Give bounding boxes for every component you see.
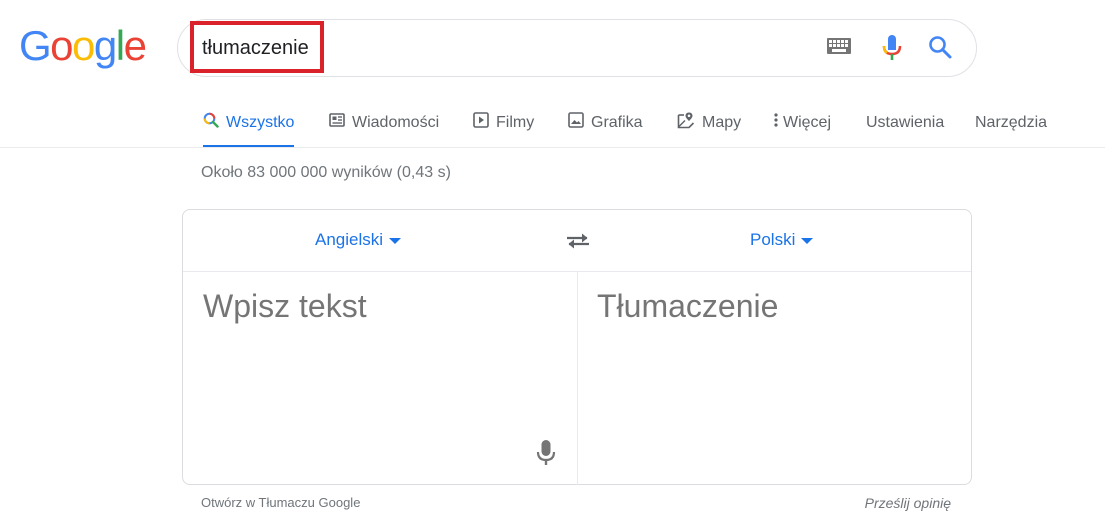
image-icon [568, 112, 584, 133]
tab-ustawienia[interactable]: Ustawienia [866, 98, 944, 147]
play-icon [473, 112, 489, 133]
swap-languages-icon[interactable] [565, 232, 591, 255]
translation-output: Tłumaczenie [597, 288, 779, 324]
source-language-select[interactable]: Angielski [315, 230, 402, 250]
more-vert-icon [773, 112, 779, 133]
logo-letter: o [50, 22, 73, 69]
search-icon[interactable] [928, 35, 952, 64]
search-tabs: Wszystko Wiadomości Filmy Grafika Mapy W… [189, 98, 1069, 148]
tab-label: Wiadomości [352, 113, 440, 131]
dropdown-arrow-icon [389, 238, 402, 244]
tab-label: Filmy [496, 113, 535, 131]
news-icon [329, 113, 345, 132]
tab-label: Ustawienia [866, 113, 945, 131]
send-feedback-link[interactable]: Prześlij opinię [865, 495, 951, 511]
search-box[interactable]: tłumaczenie [177, 19, 977, 77]
voice-input-mic-icon[interactable] [536, 439, 556, 472]
source-language-label: Angielski [315, 230, 384, 249]
logo-letter: g [93, 22, 117, 69]
tab-wszystko[interactable]: Wszystko [203, 98, 295, 148]
dropdown-arrow-icon [801, 238, 814, 244]
tab-label: Mapy [702, 113, 742, 131]
tab-filmy[interactable]: Filmy [473, 98, 534, 147]
tab-wiadomosci[interactable]: Wiadomości [329, 98, 439, 147]
tab-label: Narzędzia [975, 113, 1048, 131]
target-language-label: Polski [750, 230, 796, 249]
map-icon [677, 111, 695, 134]
google-logo[interactable]: Google [19, 22, 147, 69]
tab-grafika[interactable]: Grafika [568, 98, 643, 147]
language-row: Angielski Polski [183, 210, 971, 272]
source-text-input[interactable]: Wpisz tekst [203, 288, 367, 325]
logo-letter: G [19, 22, 52, 69]
column-divider [577, 272, 578, 485]
keyboard-icon[interactable] [827, 38, 851, 59]
search-icon [203, 112, 219, 133]
tab-label: Grafika [591, 113, 643, 131]
tab-label: Więcej [783, 113, 832, 131]
result-stats: Około 83 000 000 wyników (0,43 s) [201, 164, 451, 181]
open-in-translate-link[interactable]: Otwórz w Tłumaczu Google [201, 495, 360, 510]
translate-card: Angielski Polski Wpisz tekst Tłumaczenie [182, 209, 972, 485]
logo-letter: o [72, 22, 95, 69]
tab-label: Wszystko [226, 113, 295, 131]
search-input[interactable]: tłumaczenie [202, 36, 309, 60]
tab-mapy[interactable]: Mapy [677, 98, 741, 147]
tab-wiecej[interactable]: Więcej [773, 98, 831, 147]
mic-icon[interactable] [882, 34, 902, 67]
tabs-divider [0, 147, 1105, 148]
logo-letter: e [123, 22, 147, 69]
tab-narzedzia[interactable]: Narzędzia [975, 98, 1047, 147]
logo-letter: l [115, 22, 125, 69]
target-language-select[interactable]: Polski [750, 230, 814, 250]
